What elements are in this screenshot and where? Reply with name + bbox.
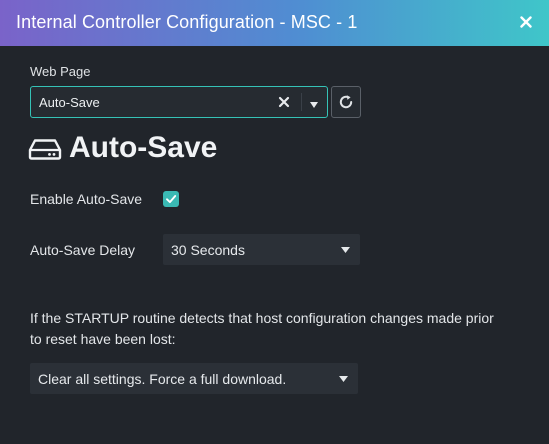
page-title: Auto-Save	[69, 131, 218, 164]
auto-save-delay-label: Auto-Save Delay	[30, 242, 136, 258]
chevron-down-icon	[339, 376, 348, 382]
window-title: Internal Controller Configuration - MSC …	[16, 12, 358, 32]
title-bar[interactable]: Internal Controller Configuration - MSC …	[0, 0, 549, 46]
enable-auto-save-checkbox[interactable]	[163, 191, 179, 207]
web-page-label: Web Page	[30, 64, 91, 79]
checkmark-icon	[166, 195, 177, 204]
config-window: Internal Controller Configuration - MSC …	[0, 0, 549, 444]
combo-divider	[301, 93, 302, 111]
enable-auto-save-label: Enable Auto-Save	[30, 191, 143, 207]
web-page-value: Auto-Save	[39, 95, 100, 110]
chevron-down-icon[interactable]	[308, 97, 320, 108]
startup-action-value: Clear all settings. Force a full downloa…	[38, 371, 287, 387]
refresh-button[interactable]	[331, 86, 361, 118]
clear-icon[interactable]	[277, 95, 291, 109]
chevron-down-icon	[341, 247, 350, 253]
auto-save-delay-select[interactable]: 30 Seconds	[163, 234, 360, 265]
startup-action-select[interactable]: Clear all settings. Force a full downloa…	[30, 363, 358, 394]
drive-icon	[28, 139, 62, 160]
refresh-icon	[339, 95, 353, 109]
startup-description: If the STARTUP routine detects that host…	[30, 310, 494, 347]
close-button[interactable]	[517, 13, 535, 31]
auto-save-delay-value: 30 Seconds	[171, 242, 245, 258]
web-page-combobox[interactable]: Auto-Save	[30, 86, 328, 118]
close-icon	[520, 16, 532, 28]
